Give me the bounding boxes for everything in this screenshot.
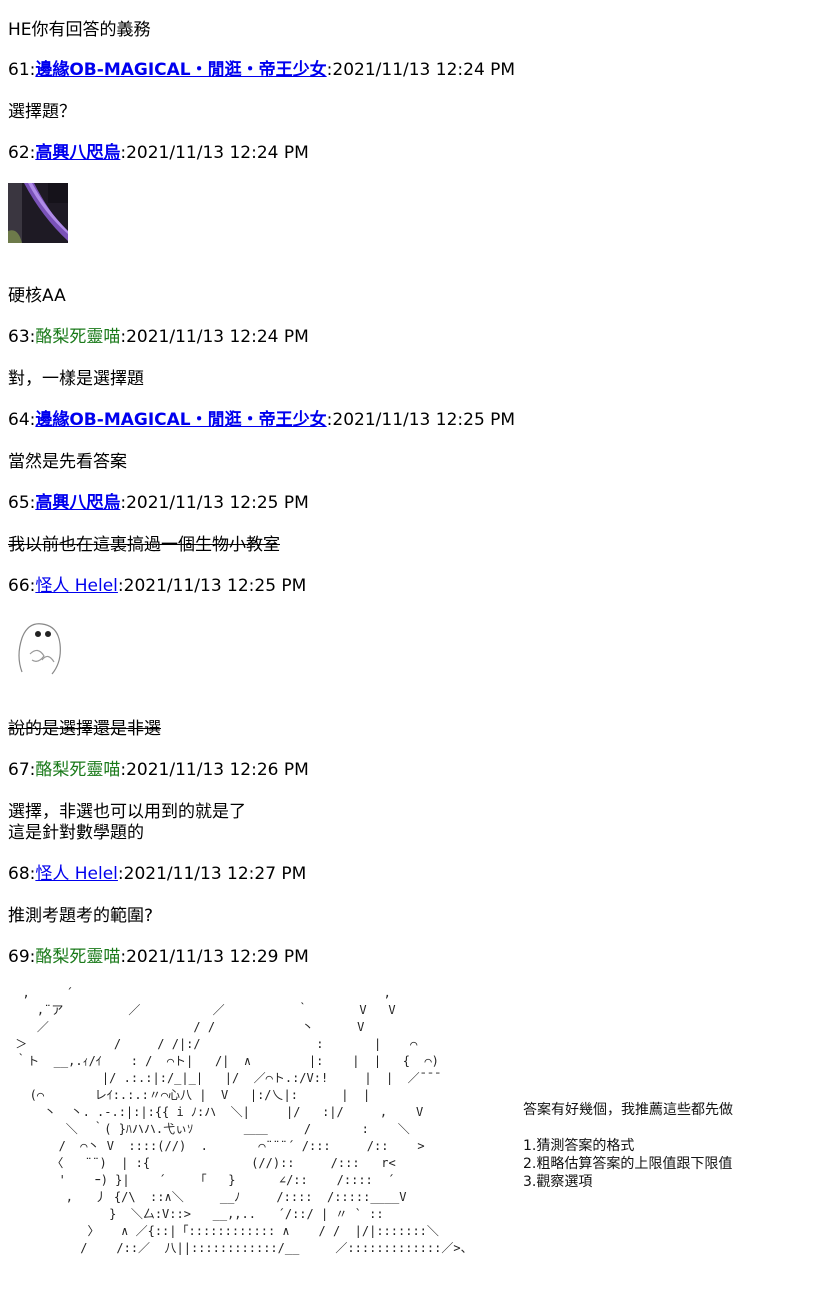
post-header: 69:酪梨死靈喵:2021/11/13 12:29 PM xyxy=(8,947,309,967)
poster-name-link[interactable]: 邊緣OB-MAGICAL・閒逛・帝王少女 xyxy=(35,410,326,430)
post-header: 63:酪梨死靈喵:2021/11/13 12:24 PM xyxy=(8,327,309,347)
post-number: 64: xyxy=(8,410,36,430)
post-image-thumbnail[interactable] xyxy=(8,183,68,243)
post-timestamp: :2021/11/13 12:24 PM xyxy=(120,327,309,347)
poster-name-link[interactable]: 高興八咫烏 xyxy=(35,143,120,163)
poster-name-link[interactable]: 怪人 Helel xyxy=(35,864,118,884)
post-number: 65: xyxy=(8,493,36,513)
post-header: 61:邊緣OB-MAGICAL・閒逛・帝王少女:2021/11/13 12:24… xyxy=(8,60,515,80)
post-header: 67:酪梨死靈喵:2021/11/13 12:26 PM xyxy=(8,760,309,780)
post-number: 61: xyxy=(8,60,36,80)
post-number: 67: xyxy=(8,760,36,780)
post-timestamp: :2021/11/13 12:25 PM xyxy=(326,410,516,430)
poster-name-link[interactable]: 邊緣OB-MAGICAL・閒逛・帝王少女 xyxy=(35,60,326,80)
post-timestamp: :2021/11/13 12:24 PM xyxy=(326,60,516,80)
post-text: 這是針對數學題的 xyxy=(8,823,144,843)
side-note-item: 1.猜測答案的格式 xyxy=(523,1138,635,1154)
post-text: HE你有回答的義務 xyxy=(8,20,151,40)
dark-figure-image xyxy=(8,183,68,243)
poster-name-link[interactable]: 怪人 Helel xyxy=(35,576,118,596)
post-text-strikethrough: 說的是選擇還是非選 xyxy=(8,719,161,739)
side-note-item: 2.粗略估算答案的上限值跟下限值 xyxy=(523,1156,733,1172)
post-timestamp: :2021/11/13 12:26 PM xyxy=(120,760,309,780)
post-number: 62: xyxy=(8,143,36,163)
post-header: 64:邊緣OB-MAGICAL・閒逛・帝王少女:2021/11/13 12:25… xyxy=(8,410,515,430)
post-timestamp: :2021/11/13 12:25 PM xyxy=(117,576,307,596)
post-text-strikethrough: 我以前也在這裏搞過一個生物小教室 xyxy=(8,535,280,555)
post-number: 66: xyxy=(8,576,36,596)
post-timestamp: :2021/11/13 12:25 PM xyxy=(120,493,309,513)
post-text: 對，一樣是選擇題 xyxy=(8,369,144,389)
post-number: 69: xyxy=(8,947,36,967)
poster-name-link[interactable]: 高興八咫烏 xyxy=(35,493,120,513)
post-image-thumbnail[interactable] xyxy=(8,616,68,676)
side-note-heading: 答案有好幾個，我推薦這些都先做 xyxy=(523,1102,733,1118)
ghost-sketch-image xyxy=(8,616,68,676)
post-text: 當然是先看答案 xyxy=(8,452,127,472)
post-text: 選擇題？ xyxy=(8,102,76,122)
poster-name: 酪梨死靈喵 xyxy=(35,947,121,967)
post-header: 62:高興八咫烏:2021/11/13 12:24 PM xyxy=(8,143,309,163)
post-timestamp: :2021/11/13 12:27 PM xyxy=(117,864,307,884)
post-text: 硬核AA xyxy=(8,286,66,306)
poster-name: 酪梨死靈喵 xyxy=(35,327,121,347)
post-header: 68:怪人 Helel:2021/11/13 12:27 PM xyxy=(8,864,306,884)
side-note-item: 3.觀察選項 xyxy=(523,1174,593,1190)
ascii-art: , ´ , ,¨ア ／ ／ ｀ V V ／ / / 丶 V ＞ / / /|:/… xyxy=(15,986,473,1255)
post-text: 推測考題考的範圍? xyxy=(8,906,154,926)
poster-name: 酪梨死靈喵 xyxy=(35,760,121,780)
post-timestamp: :2021/11/13 12:29 PM xyxy=(120,947,309,967)
post-text: 選擇，非選也可以用到的就是了 xyxy=(8,802,246,822)
post-number: 63: xyxy=(8,327,36,347)
post-header: 66:怪人 Helel:2021/11/13 12:25 PM xyxy=(8,576,306,596)
post-number: 68: xyxy=(8,864,36,884)
post-timestamp: :2021/11/13 12:24 PM xyxy=(120,143,309,163)
post-header: 65:高興八咫烏:2021/11/13 12:25 PM xyxy=(8,493,309,513)
